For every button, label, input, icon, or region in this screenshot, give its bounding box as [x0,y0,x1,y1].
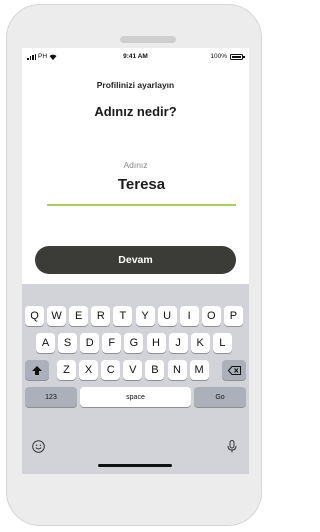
emoji-icon[interactable] [32,440,45,453]
key-i[interactable]: I [179,306,199,326]
key-s[interactable]: S [58,333,78,353]
key-b[interactable]: B [145,360,165,380]
key-j[interactable]: J [168,333,188,353]
key-p[interactable]: P [223,306,243,326]
go-key[interactable]: Go [194,387,246,407]
page-subtitle: Profilinizi ayarlayın [96,80,175,90]
battery-icon [230,53,245,60]
key-d[interactable]: D [80,333,100,353]
key-a[interactable]: A [36,333,55,353]
key-n[interactable]: N [167,360,187,380]
microphone-icon[interactable] [227,440,237,453]
key-g[interactable]: G [124,333,144,353]
key-v[interactable]: V [123,360,143,380]
key-w[interactable]: W [47,306,67,326]
phone-speaker [120,36,176,43]
key-y[interactable]: Y [135,306,155,326]
key-m[interactable]: M [189,360,209,380]
key-o[interactable]: O [201,306,221,326]
key-l[interactable]: L [212,333,232,353]
space-key[interactable]: space [80,387,191,407]
key-c[interactable]: C [101,360,121,380]
battery-percent: 100% [210,53,227,60]
backspace-icon [227,365,241,375]
key-r[interactable]: R [91,306,111,326]
home-indicator [98,464,172,467]
shift-icon [32,365,42,375]
key-q[interactable]: Q [25,306,44,326]
key-f[interactable]: F [102,333,122,353]
status-right: 100% [210,53,245,60]
key-k[interactable]: K [190,333,210,353]
key-x[interactable]: X [79,360,99,380]
continue-button[interactable]: Devam [35,246,236,274]
backspace-key[interactable] [222,360,246,380]
name-input-underline [47,204,236,206]
key-t[interactable]: T [113,306,133,326]
name-field-label: Adınız [123,160,148,170]
app-screen: PH 9:41 AM 100% Profilinizi ayarlayın Ad… [22,48,249,474]
numbers-key[interactable]: 123 [25,387,77,407]
shift-key[interactable] [25,360,49,380]
name-input[interactable]: Teresa [47,176,236,193]
key-z[interactable]: Z [57,360,76,380]
page-title: Adınız nedir? [94,104,177,119]
key-u[interactable]: U [157,306,177,326]
status-bar: PH 9:41 AM 100% [22,48,249,64]
key-h[interactable]: H [146,333,166,353]
keyboard: QWERTYUIOP ASDFGHJKL ZXCVBNM 123 space G… [22,284,249,474]
key-e[interactable]: E [69,306,89,326]
